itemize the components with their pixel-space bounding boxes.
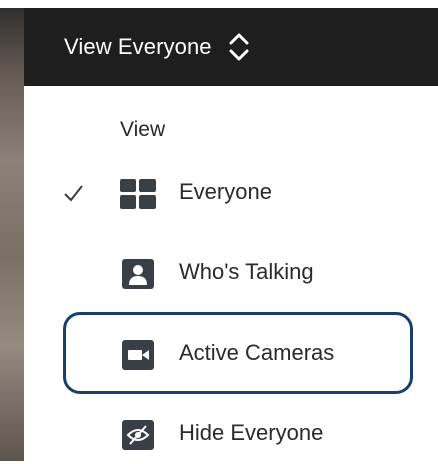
view-menu: View Everyone Who's Talking Active Camer… bbox=[24, 86, 438, 461]
camera-icon bbox=[122, 340, 154, 370]
menu-item-active-cameras[interactable]: Active Cameras bbox=[24, 326, 438, 384]
menu-item-label: Everyone bbox=[179, 179, 272, 204]
checkmark-icon bbox=[64, 185, 83, 202]
view-selector-button[interactable]: View Everyone bbox=[24, 8, 438, 86]
background-video-area bbox=[0, 0, 24, 461]
menu-section-title: View bbox=[120, 118, 166, 141]
menu-item-label: Active Cameras bbox=[179, 340, 335, 365]
grid-icon bbox=[120, 179, 156, 209]
view-selector-label: View Everyone bbox=[64, 34, 212, 59]
menu-item-everyone[interactable]: Everyone bbox=[24, 165, 438, 223]
top-strip bbox=[0, 0, 438, 8]
menu-item-whos-talking[interactable]: Who's Talking bbox=[24, 245, 438, 303]
chevron-updown-icon bbox=[229, 33, 249, 61]
menu-item-hide-everyone[interactable]: Hide Everyone bbox=[24, 406, 438, 464]
eye-slash-icon bbox=[122, 420, 154, 450]
menu-item-label: Who's Talking bbox=[179, 259, 314, 284]
menu-item-label: Hide Everyone bbox=[179, 420, 324, 445]
person-icon bbox=[122, 259, 154, 289]
